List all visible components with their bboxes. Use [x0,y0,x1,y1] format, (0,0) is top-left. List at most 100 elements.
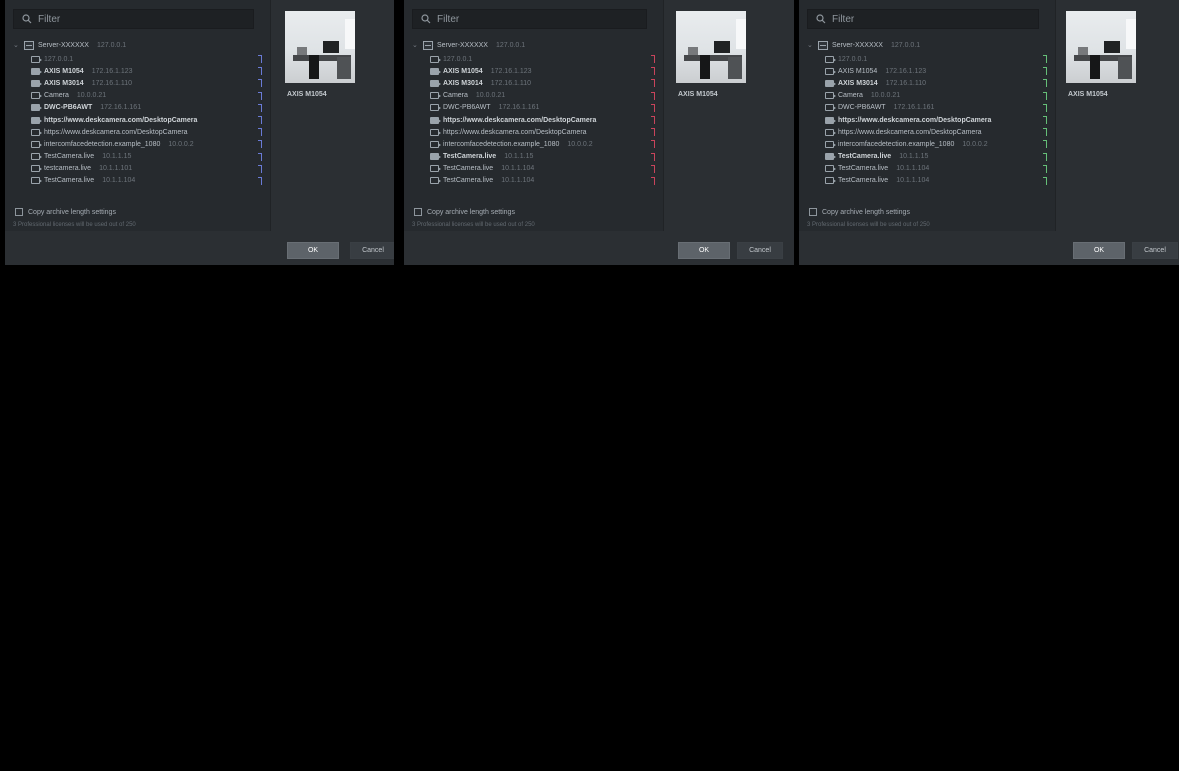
search-icon [22,14,32,24]
camera-icon [31,55,42,63]
camera-row[interactable]: TestCamera.live 10.1.1.104 [825,175,1041,187]
collapse-icon[interactable]: ⌄ [13,41,20,49]
camera-name: TestCamera.live [443,165,494,173]
camera-row[interactable]: TestCamera.live 10.1.1.15 [31,151,256,163]
camera-row[interactable]: Camera 10.0.0.21 [825,90,1041,102]
camera-row[interactable]: intercomfacedetection.example_1080 10.0.0… [430,138,649,150]
server-node[interactable]: ⌄ Server-XXXXXX 127.0.0.1 [13,39,256,51]
camera-address: 172.16.1.161 [100,104,142,112]
camera-tree-panel: Filter ⌄ Server-XXXXXX 127.0.0.1 127.0.0.1 AX… [5,0,271,231]
camera-row[interactable]: Camera 10.0.0.21 [430,90,649,102]
camera-address: 10.1.1.104 [501,165,535,173]
ok-button[interactable]: OK [678,242,730,259]
camera-row[interactable]: TestCamera.live 10.1.1.15 [825,151,1041,163]
camera-address: 172.16.1.110 [885,79,927,87]
selection-marker [258,128,262,137]
checkbox[interactable] [414,208,422,216]
license-hint: 3 Professional licenses will be used out… [13,222,136,228]
cancel-button[interactable]: Cancel [1132,242,1178,259]
server-node[interactable]: ⌄ Server-XXXXXX 127.0.0.1 [807,39,1041,51]
checkbox[interactable] [809,208,817,216]
preview-camera-name: AXIS M1054 [287,91,327,98]
camera-list: 127.0.0.1 AXIS M1054 172.16.1.123 AXIS M301… [825,53,1041,187]
camera-icon [31,153,42,161]
copy-archive-checkbox[interactable]: Copy archive length settings [809,206,910,218]
camera-tree-panel: Filter ⌄ Server-XXXXXX 127.0.0.1 127.0.0.1 AX… [404,0,664,231]
camera-row[interactable]: https://www.deskcamera.com/DesktopCamera [825,114,1041,126]
camera-row[interactable]: 127.0.0.1 [430,53,649,65]
camera-icon [825,177,836,185]
checkbox[interactable] [15,208,23,216]
ok-button[interactable]: OK [1073,242,1125,259]
camera-list: 127.0.0.1 AXIS M1054 172.16.1.123 AXIS M301… [430,53,649,187]
camera-icon [430,55,441,63]
cancel-button[interactable]: Cancel [350,242,394,259]
camera-name: TestCamera.live [44,153,95,161]
camera-row[interactable]: 127.0.0.1 [825,53,1041,65]
camera-address: 10.1.1.15 [504,153,534,161]
camera-row[interactable]: DWC-PB6AWT 172.16.1.161 [430,102,649,114]
camera-row[interactable]: TestCamera.live 10.1.1.104 [430,163,649,175]
camera-address: 10.0.0.21 [870,92,901,100]
camera-name: https://www.deskcamera.com/DesktopCamera [838,128,982,136]
camera-name: Camera [44,92,69,100]
server-address: 127.0.0.1 [890,41,921,49]
camera-row[interactable]: 127.0.0.1 [31,53,256,65]
camera-row[interactable]: https://www.deskcamera.com/DesktopCamera [825,126,1041,138]
selection-marker [1043,91,1047,100]
server-address: 127.0.0.1 [96,41,127,49]
selection-marker [258,91,262,100]
server-name: Server-XXXXXX [38,41,89,49]
camera-icon [430,116,441,124]
selection-marker [1043,152,1047,161]
camera-row[interactable]: Camera 10.0.0.21 [31,90,256,102]
camera-row[interactable]: AXIS M1054 172.16.1.123 [430,65,649,77]
camera-row[interactable]: AXIS M3014 172.16.1.110 [31,77,256,89]
camera-row[interactable]: intercomfacedetection.example_1080 10.0.0… [31,138,256,150]
camera-row[interactable]: TestCamera.live 10.1.1.104 [430,175,649,187]
camera-row[interactable]: https://www.deskcamera.com/DesktopCamera [430,114,649,126]
camera-row[interactable]: TestCamera.live 10.1.1.15 [430,151,649,163]
filter-input[interactable]: Filter [13,9,254,29]
camera-row[interactable]: testcamera.live 10.1.1.101 [31,163,256,175]
collapse-icon[interactable]: ⌄ [412,41,419,49]
filter-placeholder: Filter [832,13,855,25]
collapse-icon[interactable]: ⌄ [807,41,814,49]
camera-icon [825,67,836,75]
camera-row[interactable]: AXIS M3014 172.16.1.110 [825,77,1041,89]
camera-icon [430,128,441,136]
preview-chair [1090,55,1100,79]
camera-address: 10.1.1.104 [896,177,930,185]
copy-archive-checkbox[interactable]: Copy archive length settings [15,206,116,218]
cancel-button[interactable]: Cancel [737,242,783,259]
camera-row[interactable]: DWC-PB6AWT 172.16.1.161 [825,102,1041,114]
selection-marker [651,116,655,124]
selection-marker [258,79,262,88]
filter-input[interactable]: Filter [412,9,647,29]
camera-address: 10.1.1.104 [501,177,535,185]
camera-icon [825,79,836,87]
camera-row[interactable]: AXIS M1054 172.16.1.123 [31,65,256,77]
selection-marker [651,128,655,137]
filter-input[interactable]: Filter [807,9,1039,29]
ok-button[interactable]: OK [287,242,339,259]
selection-marker [1043,67,1047,76]
copy-archive-checkbox[interactable]: Copy archive length settings [414,206,515,218]
camera-row[interactable]: TestCamera.live 10.1.1.104 [825,163,1041,175]
camera-row[interactable]: TestCamera.live 10.1.1.104 [31,175,256,187]
checkbox-label: Copy archive length settings [427,208,515,216]
camera-icon [430,153,441,161]
selection-marker [1043,177,1047,185]
preview-cabinet [728,57,742,79]
camera-row[interactable]: DWC-PB6AWT 172.16.1.161 [31,102,256,114]
camera-row[interactable]: https://www.deskcamera.com/DesktopCamera [31,114,256,126]
camera-row[interactable]: AXIS M1054 172.16.1.123 [825,65,1041,77]
camera-row[interactable]: intercomfacedetection.example_1080 10.0.0… [825,138,1041,150]
camera-name: https://www.deskcamera.com/DesktopCamera [838,116,992,124]
camera-row[interactable]: https://www.deskcamera.com/DesktopCamera [31,126,256,138]
server-node[interactable]: ⌄ Server-XXXXXX 127.0.0.1 [412,39,649,51]
camera-row[interactable]: https://www.deskcamera.com/DesktopCamera [430,126,649,138]
camera-name: TestCamera.live [838,153,892,161]
camera-row[interactable]: AXIS M3014 172.16.1.110 [430,77,649,89]
camera-icon [825,104,836,112]
